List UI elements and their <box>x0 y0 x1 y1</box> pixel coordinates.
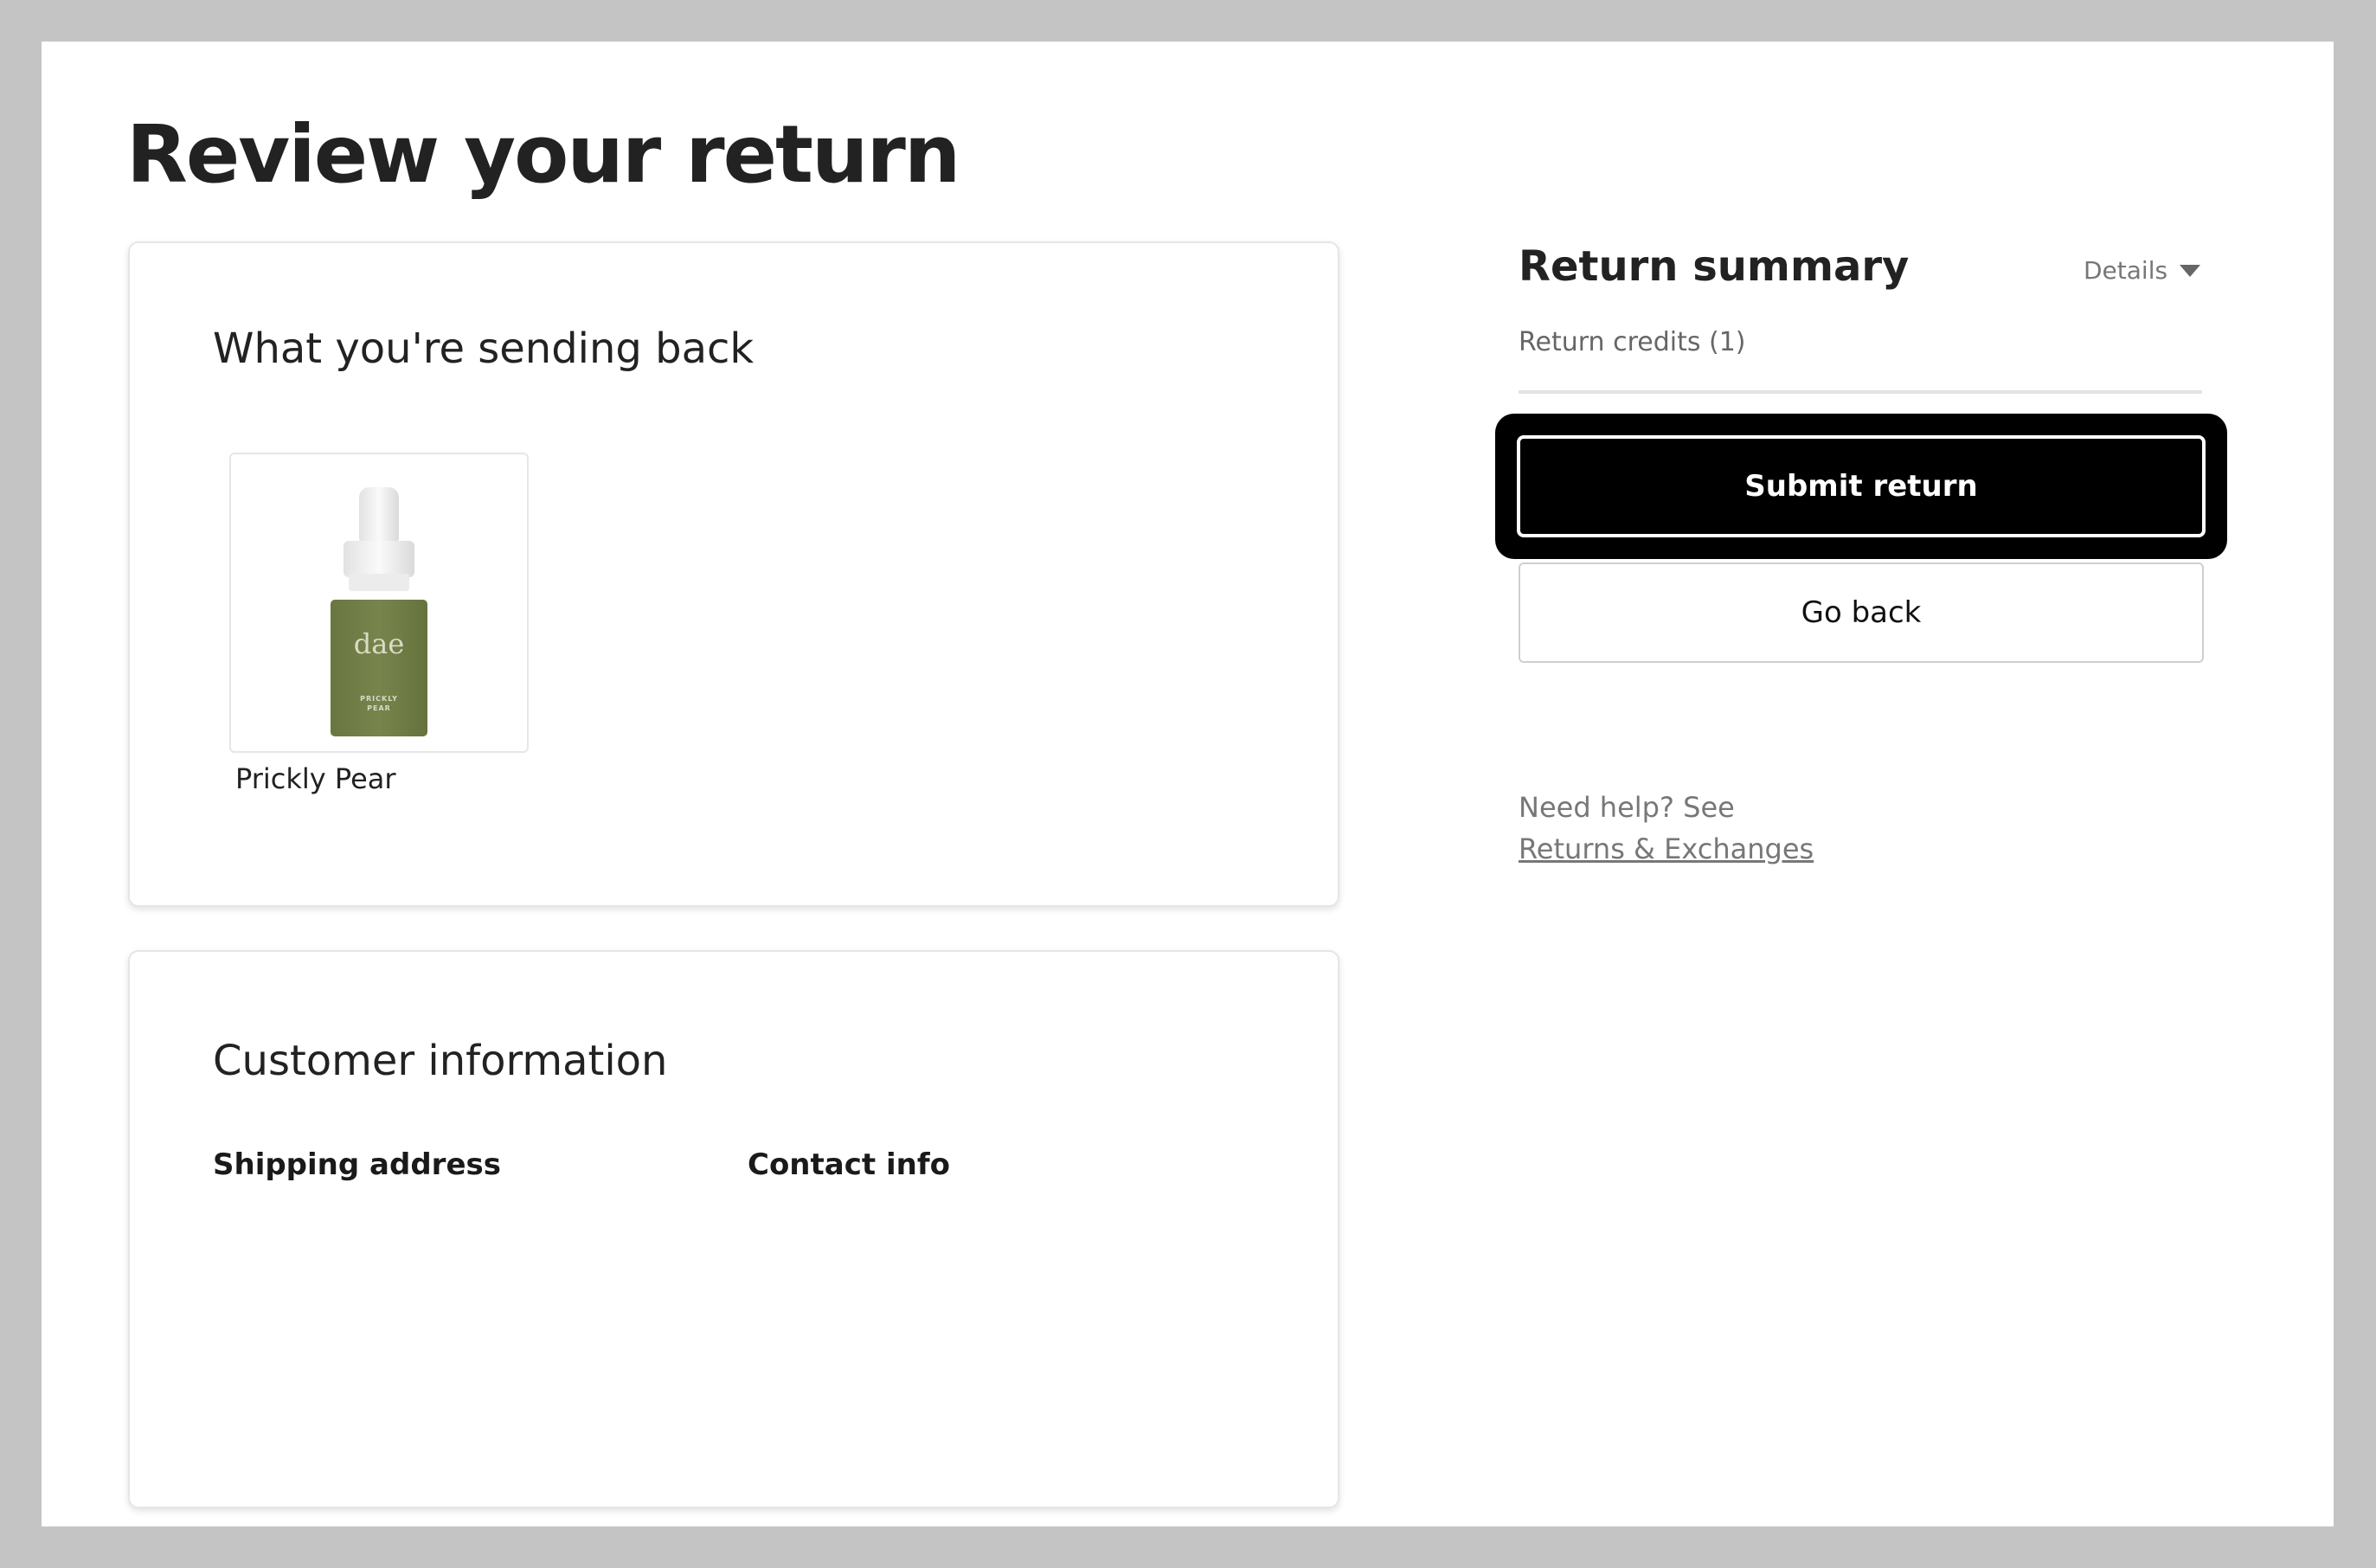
customer-card-title: Customer information <box>213 1037 668 1085</box>
product-image: dae PRICKLY PEAR <box>331 487 427 736</box>
submit-return-button[interactable]: Submit return <box>1517 435 2206 537</box>
svg-text:PEAR: PEAR <box>367 704 391 712</box>
contact-info-heading: Contact info <box>748 1147 950 1182</box>
shipping-address-heading: Shipping address <box>213 1147 501 1182</box>
product-name: Prickly Pear <box>235 762 396 795</box>
svg-text:PRICKLY: PRICKLY <box>360 695 398 703</box>
go-back-button[interactable]: Go back <box>1519 562 2204 663</box>
page-frame: Review your return What you're sending b… <box>42 42 2334 1526</box>
items-card: What you're sending back dae PRICKLY PEA… <box>128 241 1339 907</box>
summary-divider <box>1519 390 2202 394</box>
details-toggle[interactable]: Details <box>2084 256 2201 285</box>
product-tile[interactable]: dae PRICKLY PEAR <box>229 453 529 753</box>
customer-card: Customer information Shipping address Co… <box>128 950 1339 1508</box>
return-summary-title: Return summary <box>1519 242 1910 291</box>
items-card-title: What you're sending back <box>213 325 755 373</box>
details-label: Details <box>2084 256 2168 285</box>
help-text: Need help? See <box>1519 791 1735 824</box>
caret-down-icon <box>2180 264 2201 277</box>
return-credits-label: Return credits (1) <box>1519 327 1746 357</box>
product-brand-text: dae <box>354 627 405 660</box>
returns-exchanges-link[interactable]: Returns & Exchanges <box>1519 832 1814 865</box>
page-title: Review your return <box>126 108 960 201</box>
